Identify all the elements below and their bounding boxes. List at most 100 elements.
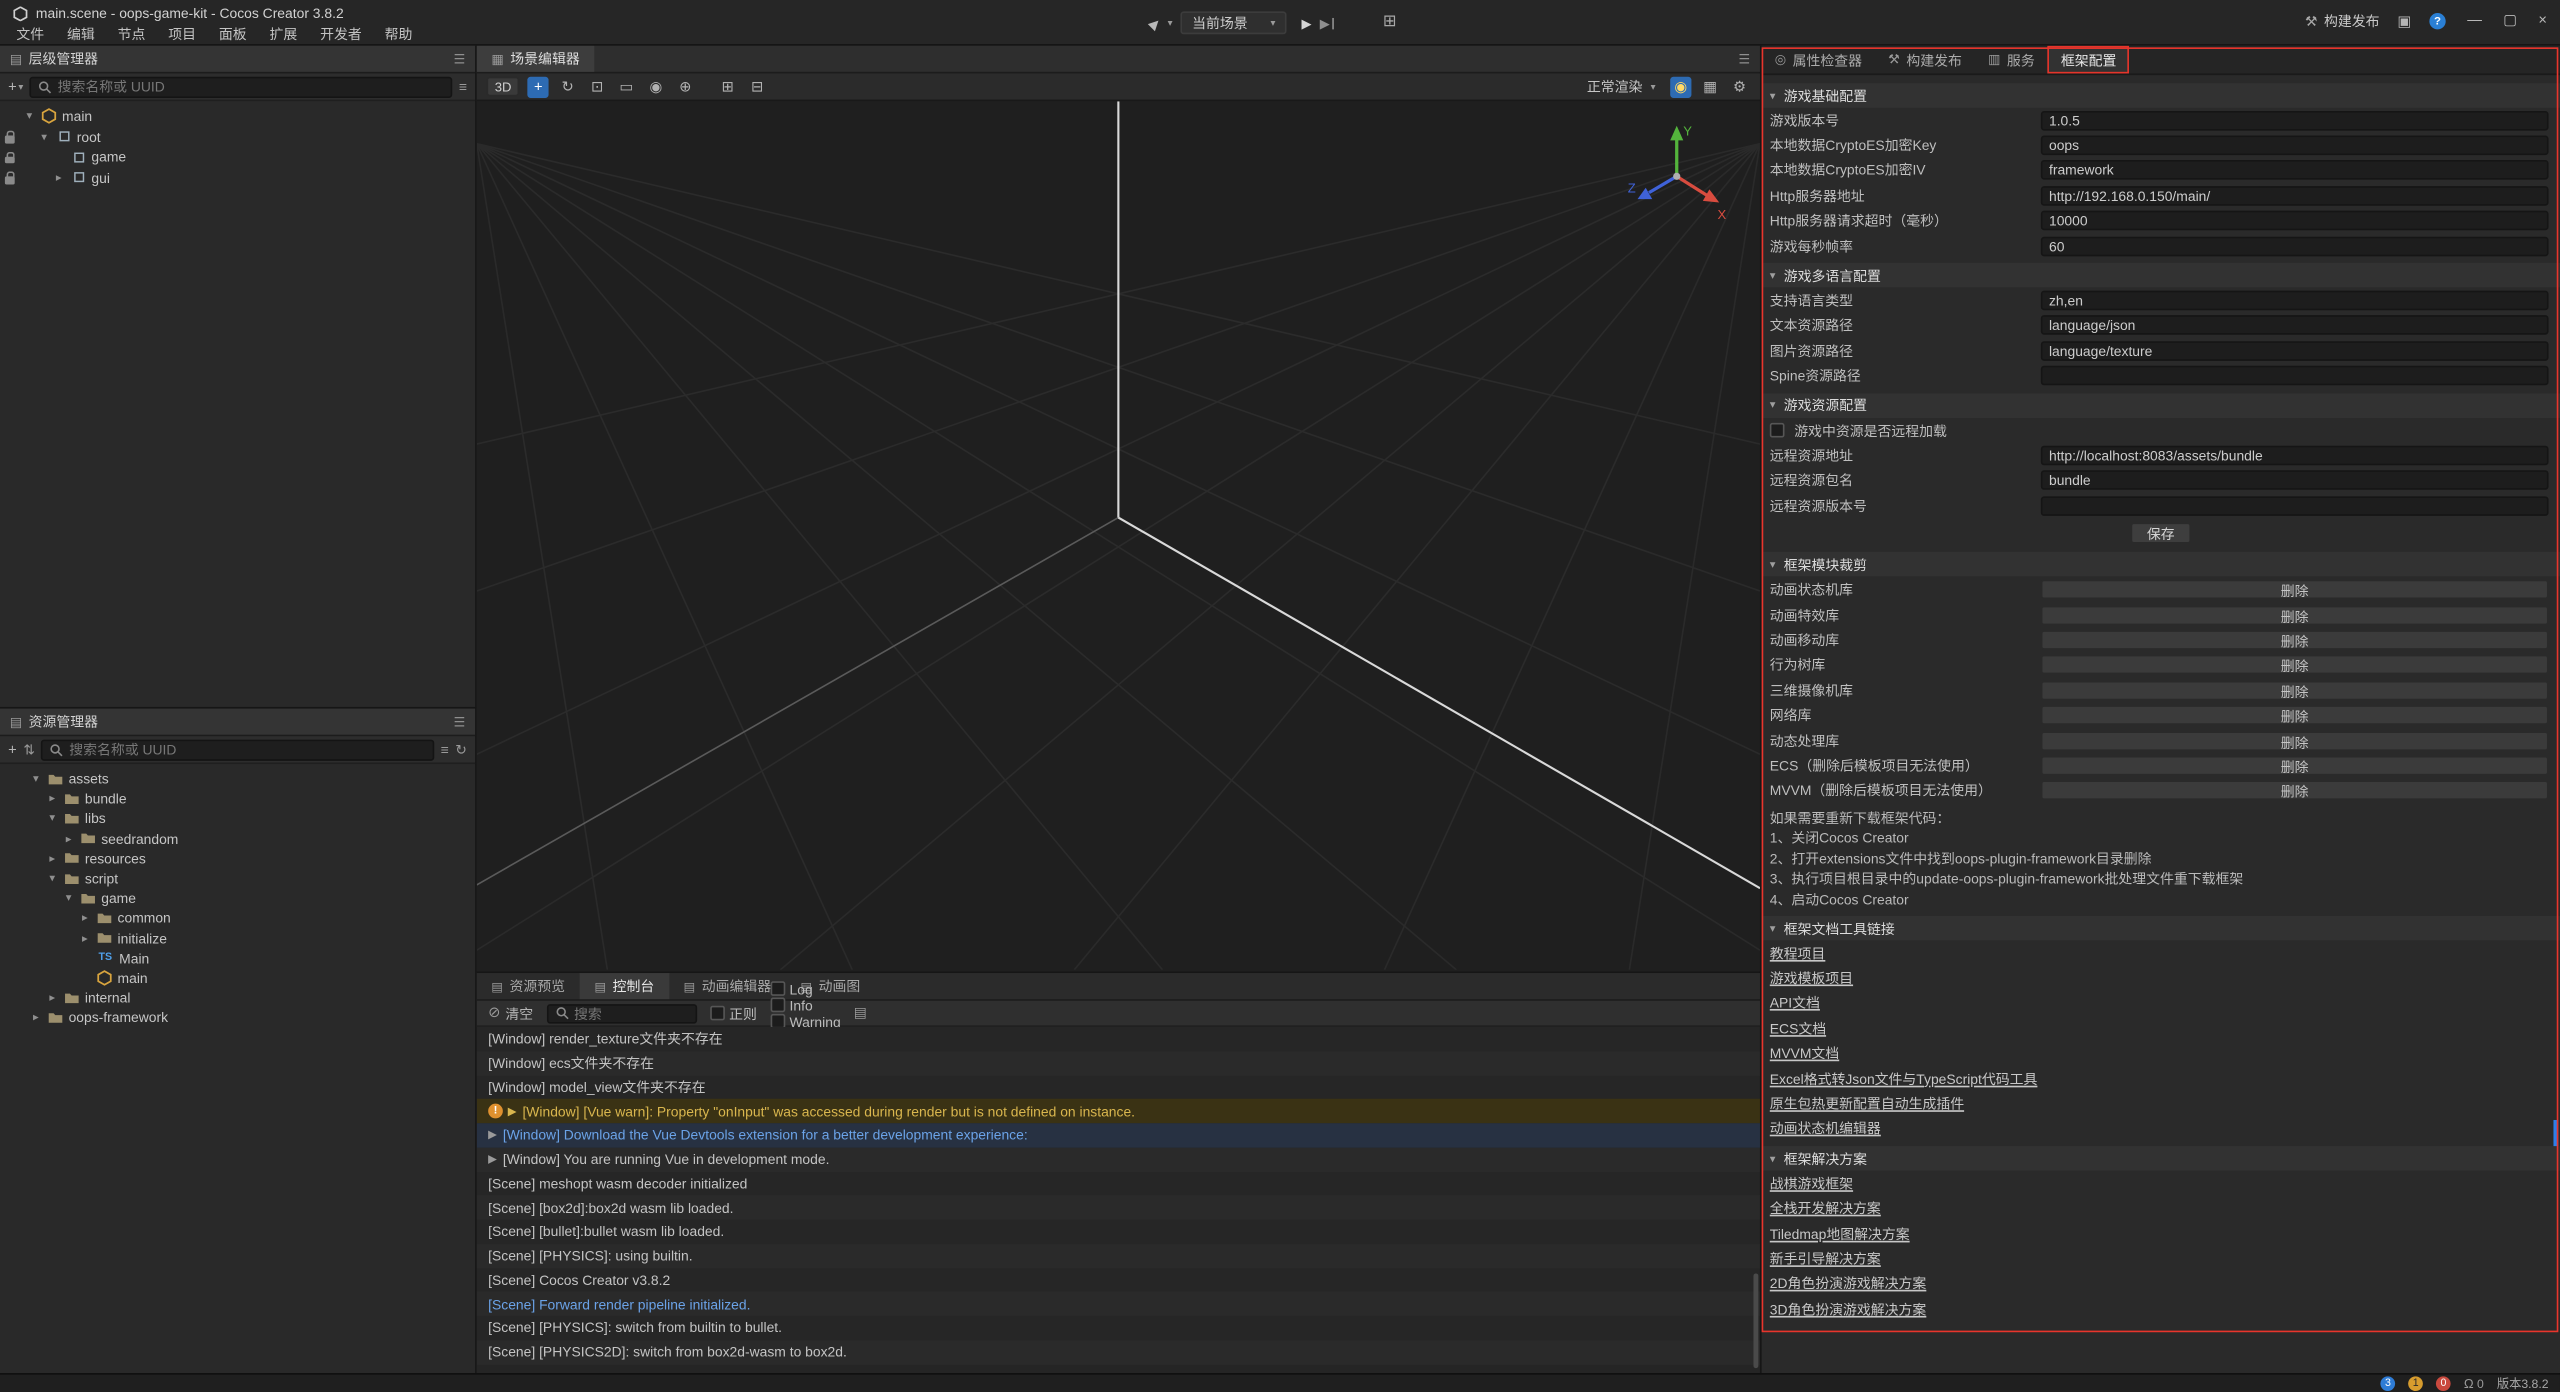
delete-button[interactable]: 删除 — [2041, 781, 2549, 801]
filter-icon[interactable]: ≡ — [441, 741, 449, 757]
hierarchy-search[interactable] — [30, 76, 452, 97]
filter-checkbox[interactable] — [770, 981, 785, 996]
expander-icon[interactable] — [52, 171, 65, 184]
notification-count[interactable]: Ω 0 — [2464, 1376, 2484, 1391]
sort-icon[interactable]: ⇅ — [23, 740, 35, 758]
view-panel-icon[interactable]: ▦ — [1700, 76, 1721, 97]
field-input[interactable] — [2041, 341, 2549, 361]
lighting-toggle-icon[interactable]: ◉ — [1670, 76, 1691, 97]
expander-icon[interactable] — [46, 812, 59, 825]
log-row[interactable]: ! ▶ [Scene] Cocos Creator v3.8.2 — [477, 1268, 1760, 1292]
snap-step-icon[interactable]: ⊟ — [747, 76, 768, 97]
delete-button[interactable]: 删除 — [2041, 680, 2549, 700]
expander-icon[interactable] — [29, 1011, 42, 1024]
expand-arrow-icon[interactable]: ▶ — [488, 1153, 503, 1166]
tree-node[interactable]: TS root — [0, 127, 475, 147]
axis-gizmo[interactable]: Y X Z — [1628, 118, 1732, 222]
render-mode-select[interactable]: 正常渲染 ▾ — [1580, 77, 1662, 97]
expander-icon[interactable] — [38, 130, 51, 143]
scene-viewport[interactable]: Y X Z — [477, 101, 1760, 971]
clear-console-button[interactable]: ⊘ 清空 — [488, 1003, 533, 1023]
solution-link[interactable]: 全栈开发解决方案 — [1770, 1199, 1881, 1219]
scene-select[interactable]: 当前场景 ▾ — [1181, 11, 1287, 34]
log-row[interactable]: ! ▶ [Window] model_view文件夹不存在 — [477, 1075, 1760, 1099]
inspector-tab[interactable]: ◎ ⚒ ▥ 属性检查器 — [1762, 46, 1875, 74]
expand-arrow-icon[interactable]: ▶ — [508, 1105, 523, 1118]
console-scrollbar-thumb[interactable] — [1753, 1273, 1758, 1368]
lock-icon[interactable] — [5, 171, 15, 183]
log-row[interactable]: ! ▶ [Scene] [PHYSICS]: using builtin. — [477, 1244, 1760, 1268]
play-button[interactable]: ▶ — [1302, 16, 1312, 31]
expander-icon[interactable] — [78, 932, 91, 945]
gear-icon[interactable]: ⚙ — [1729, 76, 1750, 97]
solution-link[interactable]: 新手引导解决方案 — [1770, 1249, 1881, 1269]
world-local-toggle-icon[interactable]: ◉ — [645, 76, 666, 97]
minimize-button[interactable]: — — [2467, 11, 2482, 29]
close-button[interactable]: × — [2538, 11, 2547, 29]
move-tool-icon[interactable]: + — [528, 76, 549, 97]
tree-node[interactable]: TS bundle — [0, 789, 475, 809]
inspector-tab[interactable]: ◎ ⚒ ▥ 框架配置 — [2048, 46, 2130, 74]
tree-node[interactable]: TS oops-framework — [0, 1008, 475, 1028]
tree-node[interactable]: TS libs — [0, 809, 475, 829]
log-row[interactable]: ! ▶ [Scene] [PHYSICS2D]: switch from box… — [477, 1340, 1760, 1364]
delete-button[interactable]: 删除 — [2041, 630, 2549, 650]
panel-menu-icon[interactable]: ☰ — [454, 714, 466, 729]
expander-icon[interactable] — [46, 872, 59, 885]
menu-item[interactable]: 开发者 — [309, 24, 374, 44]
doc-link[interactable]: API文档 — [1770, 993, 1820, 1013]
mode-3d-button[interactable]: 3D — [487, 77, 520, 97]
tree-node[interactable]: TS internal — [0, 988, 475, 1008]
field-input[interactable] — [2041, 316, 2549, 336]
hierarchy-search-input[interactable] — [58, 78, 445, 94]
log-row[interactable]: ! ▶ [Scene] [bullet]:bullet wasm lib loa… — [477, 1220, 1760, 1244]
tree-node[interactable]: TS main — [0, 968, 475, 988]
snap-grid-icon[interactable]: ⊞ — [717, 76, 738, 97]
section-solutions[interactable]: ▾ 框架解决方案 — [1762, 1146, 2560, 1170]
log-row[interactable]: ! ▶ [Scene] [box2d]:box2d wasm lib loade… — [477, 1196, 1760, 1220]
lock-icon[interactable] — [5, 151, 15, 163]
screenshot-icon[interactable]: ▣ — [2398, 12, 2412, 30]
doc-link[interactable]: 原生包热更新配置自动生成插件 — [1770, 1094, 1964, 1114]
expander-icon[interactable] — [62, 892, 75, 905]
log-row[interactable]: ! ▶ [Window] render_texture文件夹不存在 — [477, 1027, 1760, 1051]
tree-node[interactable]: TS common — [0, 908, 475, 928]
log-row[interactable]: ! ▶ [Window] ecs文件夹不存在 — [477, 1051, 1760, 1075]
log-row[interactable]: ! ▶ [Window] You are running Vue in deve… — [477, 1147, 1760, 1171]
delete-button[interactable]: 删除 — [2041, 580, 2549, 600]
field-input[interactable] — [2041, 161, 2549, 181]
solution-link[interactable]: 2D角色扮演游戏解决方案 — [1770, 1274, 1927, 1294]
field-input[interactable] — [2041, 236, 2549, 256]
field-input[interactable] — [2041, 496, 2549, 516]
log-row[interactable]: ! ▶ [Window] Download the Vue Devtools e… — [477, 1123, 1760, 1147]
delete-button[interactable]: 删除 — [2041, 756, 2549, 776]
export-log-icon[interactable]: ▤ — [854, 1004, 867, 1022]
filter-icon[interactable]: ≡ — [459, 78, 467, 94]
expander-icon[interactable] — [46, 792, 59, 805]
expander-icon[interactable] — [23, 110, 36, 123]
scrollbar-thumb[interactable] — [2553, 1120, 2558, 1146]
error-count[interactable]: 0 — [2436, 1376, 2451, 1391]
console-search-input[interactable] — [574, 1005, 688, 1021]
tree-node[interactable]: TS seedrandom — [0, 829, 475, 849]
pivot-toggle-icon[interactable]: ⊕ — [675, 76, 696, 97]
delete-button[interactable]: 删除 — [2041, 705, 2549, 725]
create-node-button[interactable]: +▾ — [8, 78, 23, 94]
tree-node[interactable]: TS game — [0, 888, 475, 908]
assets-search-input[interactable] — [69, 741, 426, 757]
expand-arrow-icon[interactable]: ▶ — [488, 1129, 503, 1142]
field-input[interactable] — [2041, 471, 2549, 491]
tree-node[interactable]: TS initialize — [0, 928, 475, 948]
tree-node[interactable]: TS script — [0, 868, 475, 888]
tree-node[interactable]: TS game — [0, 147, 475, 167]
expander-icon[interactable] — [46, 991, 59, 1004]
console-search[interactable] — [546, 1003, 696, 1023]
console-tab[interactable]: ▤ 动画编辑器 — [669, 973, 786, 999]
create-asset-button[interactable]: + — [8, 741, 17, 757]
field-input[interactable] — [2041, 366, 2549, 386]
menu-item[interactable]: 项目 — [157, 24, 208, 44]
menu-item[interactable]: 编辑 — [56, 24, 107, 44]
help-icon[interactable]: ? — [2429, 13, 2445, 29]
filter-checkbox[interactable] — [770, 998, 785, 1013]
doc-link[interactable]: 游戏模板项目 — [1770, 968, 1853, 988]
